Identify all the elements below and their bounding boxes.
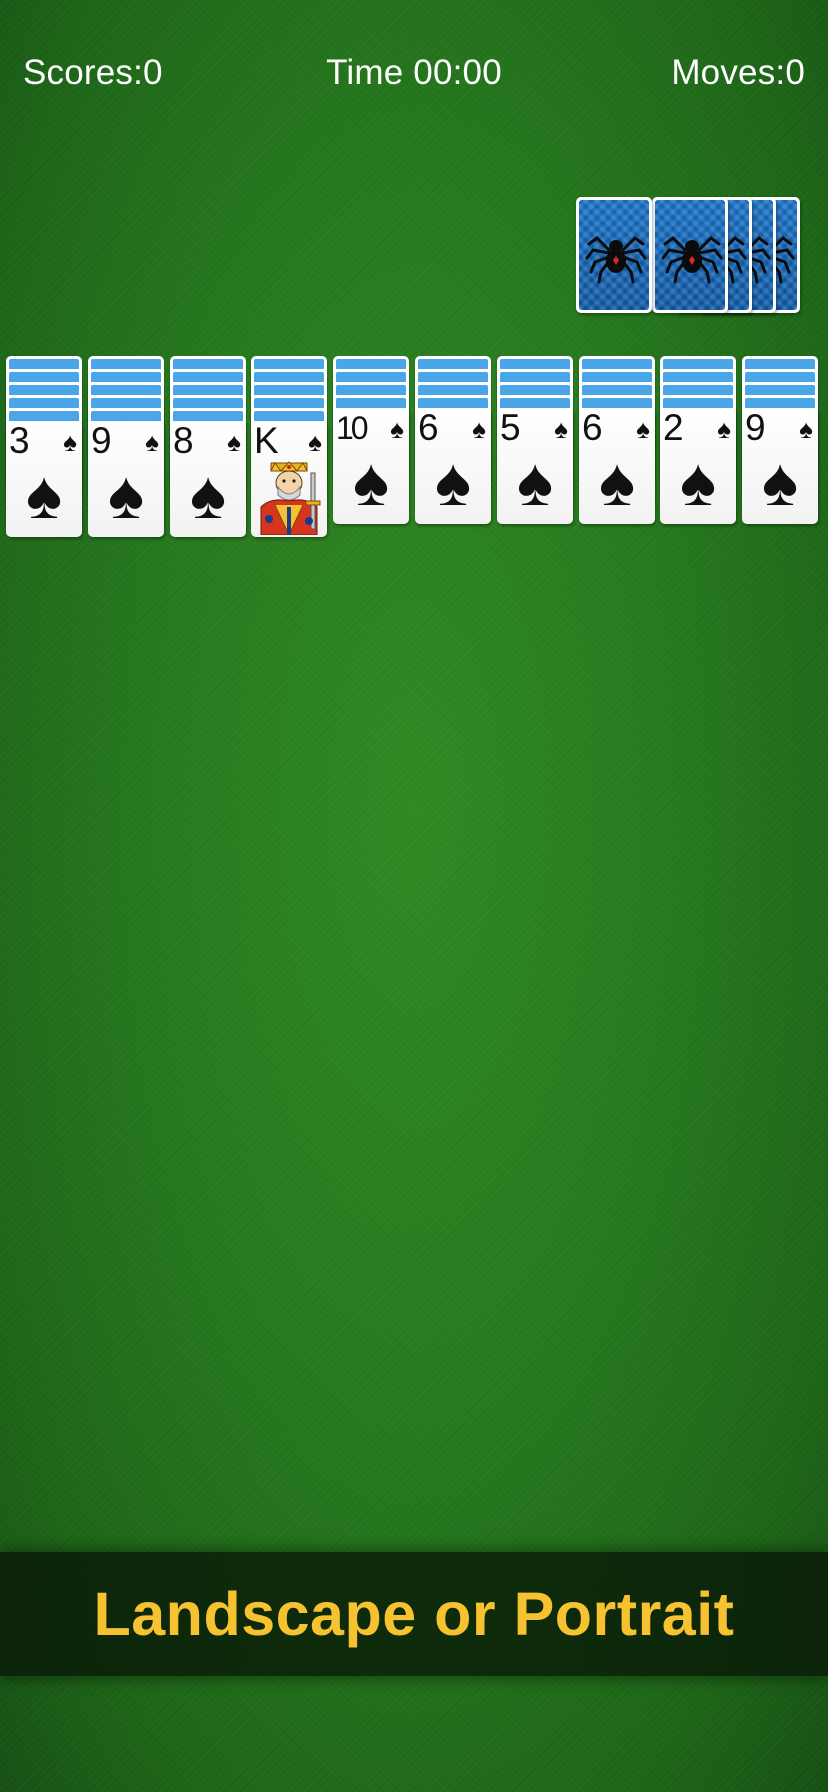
card-rank: 10 [336,410,369,446]
spade-icon: ♠ [308,427,322,457]
spade-icon: ♠ [761,444,799,520]
spade-icon: ♠ [636,414,650,444]
spider-icon [585,236,647,284]
moves-label: Moves:0 [671,53,805,92]
card-rank: 3 [9,421,30,461]
faceup-card[interactable]: K ♠ [251,421,327,537]
status-bar: Scores:0 Time 00:00 Moves:0 [0,48,828,98]
stock-card[interactable] [652,197,728,313]
spade-icon: ♠ [434,444,472,520]
spade-icon: ♠ [516,444,554,520]
faceup-card[interactable]: 6 ♠ ♠ [579,408,655,524]
tableau-column[interactable]: 9 ♠ ♠ [88,356,164,548]
stock-card[interactable] [576,197,652,313]
card-rank: 9 [745,408,766,448]
spade-icon: ♠ [679,444,717,520]
tableau-column[interactable]: 6 ♠ ♠ [415,356,491,548]
tableau-column[interactable]: K ♠ [251,356,327,548]
tableau-column[interactable]: 3 ♠ ♠ [6,356,82,548]
stock-pile[interactable] [576,197,800,315]
spade-icon: ♠ [554,414,568,444]
spade-icon: ♠ [598,444,636,520]
tableau-column[interactable]: 5 ♠ ♠ [497,356,573,548]
spade-icon: ♠ [390,414,404,444]
card-back [655,200,725,310]
banner-text: Landscape or Portrait [93,1580,735,1648]
card-rank: 8 [173,421,194,461]
spade-icon: ♠ [189,457,227,533]
tableau-column[interactable]: 6 ♠ ♠ [579,356,655,548]
spade-icon: ♠ [25,457,63,533]
faceup-card[interactable]: 3 ♠ ♠ [6,421,82,537]
card-rank: 6 [418,408,439,448]
spade-icon: ♠ [227,427,241,457]
bottom-banner: Landscape or Portrait [0,1552,828,1676]
tableau-column[interactable]: 8 ♠ ♠ [170,356,246,548]
tableau: 3 ♠ ♠ 9 ♠ ♠ 8 ♠ ♠ K ♠ 10 ♠ ♠ 6 ♠ ♠ 5 ♠ ♠ 6 ♠ ♠ 2 ♠ ♠ 9 ♠ ♠ [6,356,822,556]
card-rank: K [254,421,279,461]
faceup-card[interactable]: 9 ♠ ♠ [88,421,164,537]
spider-icon [661,236,723,284]
spade-icon: ♠ [472,414,486,444]
faceup-card[interactable]: 10 ♠ ♠ [333,408,409,524]
king-portrait-icon [260,461,321,535]
card-rank: 6 [582,408,603,448]
tableau-column[interactable]: 2 ♠ ♠ [660,356,736,548]
tableau-column[interactable]: 10 ♠ ♠ [333,356,409,548]
faceup-card[interactable]: 9 ♠ ♠ [742,408,818,524]
spade-icon: ♠ [717,414,731,444]
spade-icon: ♠ [107,457,145,533]
faceup-card[interactable]: 5 ♠ ♠ [497,408,573,524]
card-rank: 5 [500,408,521,448]
spade-icon: ♠ [799,414,813,444]
spade-icon: ♠ [145,427,159,457]
spade-icon: ♠ [352,444,390,520]
card-back [579,200,649,310]
faceup-card[interactable]: 8 ♠ ♠ [170,421,246,537]
faceup-card[interactable]: 2 ♠ ♠ [660,408,736,524]
card-rank: 9 [91,421,112,461]
faceup-card[interactable]: 6 ♠ ♠ [415,408,491,524]
card-rank: 2 [663,408,684,448]
spade-icon: ♠ [63,427,77,457]
tableau-column[interactable]: 9 ♠ ♠ [742,356,818,548]
